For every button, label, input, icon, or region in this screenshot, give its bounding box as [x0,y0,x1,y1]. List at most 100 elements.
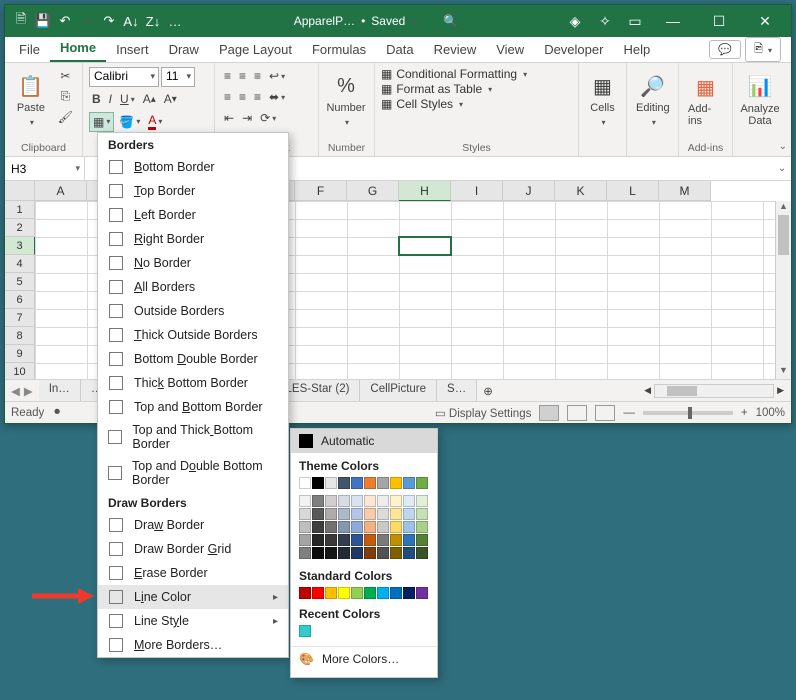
row-header[interactable]: 2 [5,219,35,237]
color-swatch[interactable] [338,495,350,507]
color-swatch[interactable] [377,495,389,507]
color-swatch[interactable] [299,547,311,559]
column-header[interactable]: M [659,181,711,201]
border-menu-item[interactable]: Bottom Border [98,155,288,179]
conditional-formatting-button[interactable]: ▦ Conditional Formatting [381,67,527,81]
color-swatch[interactable] [416,547,428,559]
undo-dropdown-icon[interactable] [77,11,97,31]
color-swatch[interactable] [364,534,376,546]
border-menu-item[interactable]: No Border [98,251,288,275]
redo-icon[interactable]: ↷ [99,11,119,31]
row-header[interactable]: 7 [5,309,35,327]
align-right-button[interactable]: ≡ [251,88,264,106]
title-dropdown-icon[interactable] [411,14,417,28]
color-swatch[interactable] [299,521,311,533]
color-swatch[interactable] [325,521,337,533]
color-swatch[interactable] [299,477,311,489]
hscroll-right-icon[interactable]: ▶ [774,385,787,396]
expand-formula-icon[interactable]: ⌄ [773,157,791,180]
undo-icon[interactable]: ↶ [55,11,75,31]
format-as-table-button[interactable]: ▦ Format as Table [381,82,527,96]
color-swatch[interactable] [403,508,415,520]
color-swatch[interactable] [312,508,324,520]
border-menu-item[interactable]: Thick Outside Borders [98,323,288,347]
color-swatch[interactable] [403,534,415,546]
borders-button[interactable]: ▦ [89,112,114,132]
color-swatch[interactable] [338,521,350,533]
color-swatch[interactable] [416,495,428,507]
normal-view-button[interactable] [539,405,559,421]
color-swatch[interactable] [312,521,324,533]
tab-page-layout[interactable]: Page Layout [209,38,302,62]
macro-record-icon[interactable]: ⏺ [54,406,60,419]
sheet-tab[interactable]: S… [437,380,477,401]
color-swatch[interactable] [390,534,402,546]
align-top-button[interactable]: ≡ [221,67,234,85]
more-colors-item[interactable]: 🎨 More Colors… [291,646,437,671]
decrease-indent-button[interactable]: ⇤ [221,109,237,127]
search-icon[interactable]: 🔍 [443,14,458,28]
row-header[interactable]: 9 [5,345,35,363]
color-swatch[interactable] [299,534,311,546]
analyze-data-button[interactable]: 📊Analyze Data [739,67,781,133]
vertical-scrollbar[interactable]: ▲ ▼ [775,201,791,379]
orientation-button[interactable]: ⟳ [257,109,279,127]
copy-button[interactable]: ⎘ [55,87,76,106]
autosave-icon[interactable]: 🗎 [11,11,31,31]
color-swatch[interactable] [312,547,324,559]
align-left-button[interactable]: ≡ [221,88,234,106]
color-swatch[interactable] [416,534,428,546]
row-header[interactable]: 10 [5,363,35,379]
color-swatch[interactable] [312,587,324,599]
name-box[interactable]: H3▾ [5,157,85,180]
cells-button[interactable]: ▦Cells [585,67,620,133]
row-header[interactable]: 1 [5,201,35,219]
color-swatch[interactable] [390,477,402,489]
font-color-button[interactable]: A [145,111,165,132]
save-status[interactable]: Saved [371,14,405,28]
border-menu-item[interactable]: More Borders… [98,633,288,657]
color-swatch[interactable] [351,534,363,546]
scroll-thumb[interactable] [778,215,789,255]
border-menu-item[interactable]: Top and Bottom Border [98,395,288,419]
border-menu-item[interactable]: Line Style [98,609,288,633]
color-swatch[interactable] [403,477,415,489]
color-swatch[interactable] [338,534,350,546]
color-swatch[interactable] [390,521,402,533]
tab-draw[interactable]: Draw [159,38,209,62]
column-header[interactable]: F [295,181,347,201]
bold-button[interactable]: B [89,90,104,108]
align-center-button[interactable]: ≡ [236,88,249,106]
tab-file[interactable]: File [9,38,50,62]
tab-formulas[interactable]: Formulas [302,38,376,62]
zoom-in-button[interactable]: + [741,407,748,419]
merge-button[interactable]: ⬌ [266,88,288,106]
color-swatch[interactable] [416,587,428,599]
color-swatch[interactable] [325,547,337,559]
color-swatch[interactable] [377,477,389,489]
zoom-slider[interactable] [643,411,733,415]
column-header[interactable]: L [607,181,659,201]
border-menu-item[interactable]: Top and Thick Bottom Border [98,419,288,455]
color-swatch[interactable] [364,587,376,599]
color-swatch[interactable] [325,534,337,546]
color-swatch[interactable] [351,495,363,507]
color-swatch[interactable] [364,521,376,533]
hscroll-left-icon[interactable]: ◀ [641,385,654,396]
sort-desc-icon[interactable]: Z↓ [143,11,163,31]
color-swatch[interactable] [377,521,389,533]
color-swatch[interactable] [338,547,350,559]
qat-more-icon[interactable]: … [165,11,185,31]
color-swatch[interactable] [403,495,415,507]
diamond-icon[interactable]: ◈ [561,6,589,36]
share-button[interactable]: 🖻 [745,37,781,62]
addins-button[interactable]: ▦Add-ins [685,67,726,133]
color-swatch[interactable] [364,508,376,520]
tab-home[interactable]: Home [50,36,106,62]
comments-button[interactable]: 💬 [709,40,741,59]
color-swatch[interactable] [312,534,324,546]
zoom-level[interactable]: 100% [756,407,785,419]
editing-button[interactable]: 🔎Editing [633,67,673,133]
color-swatch[interactable] [338,587,350,599]
border-menu-item[interactable]: Outside Borders [98,299,288,323]
